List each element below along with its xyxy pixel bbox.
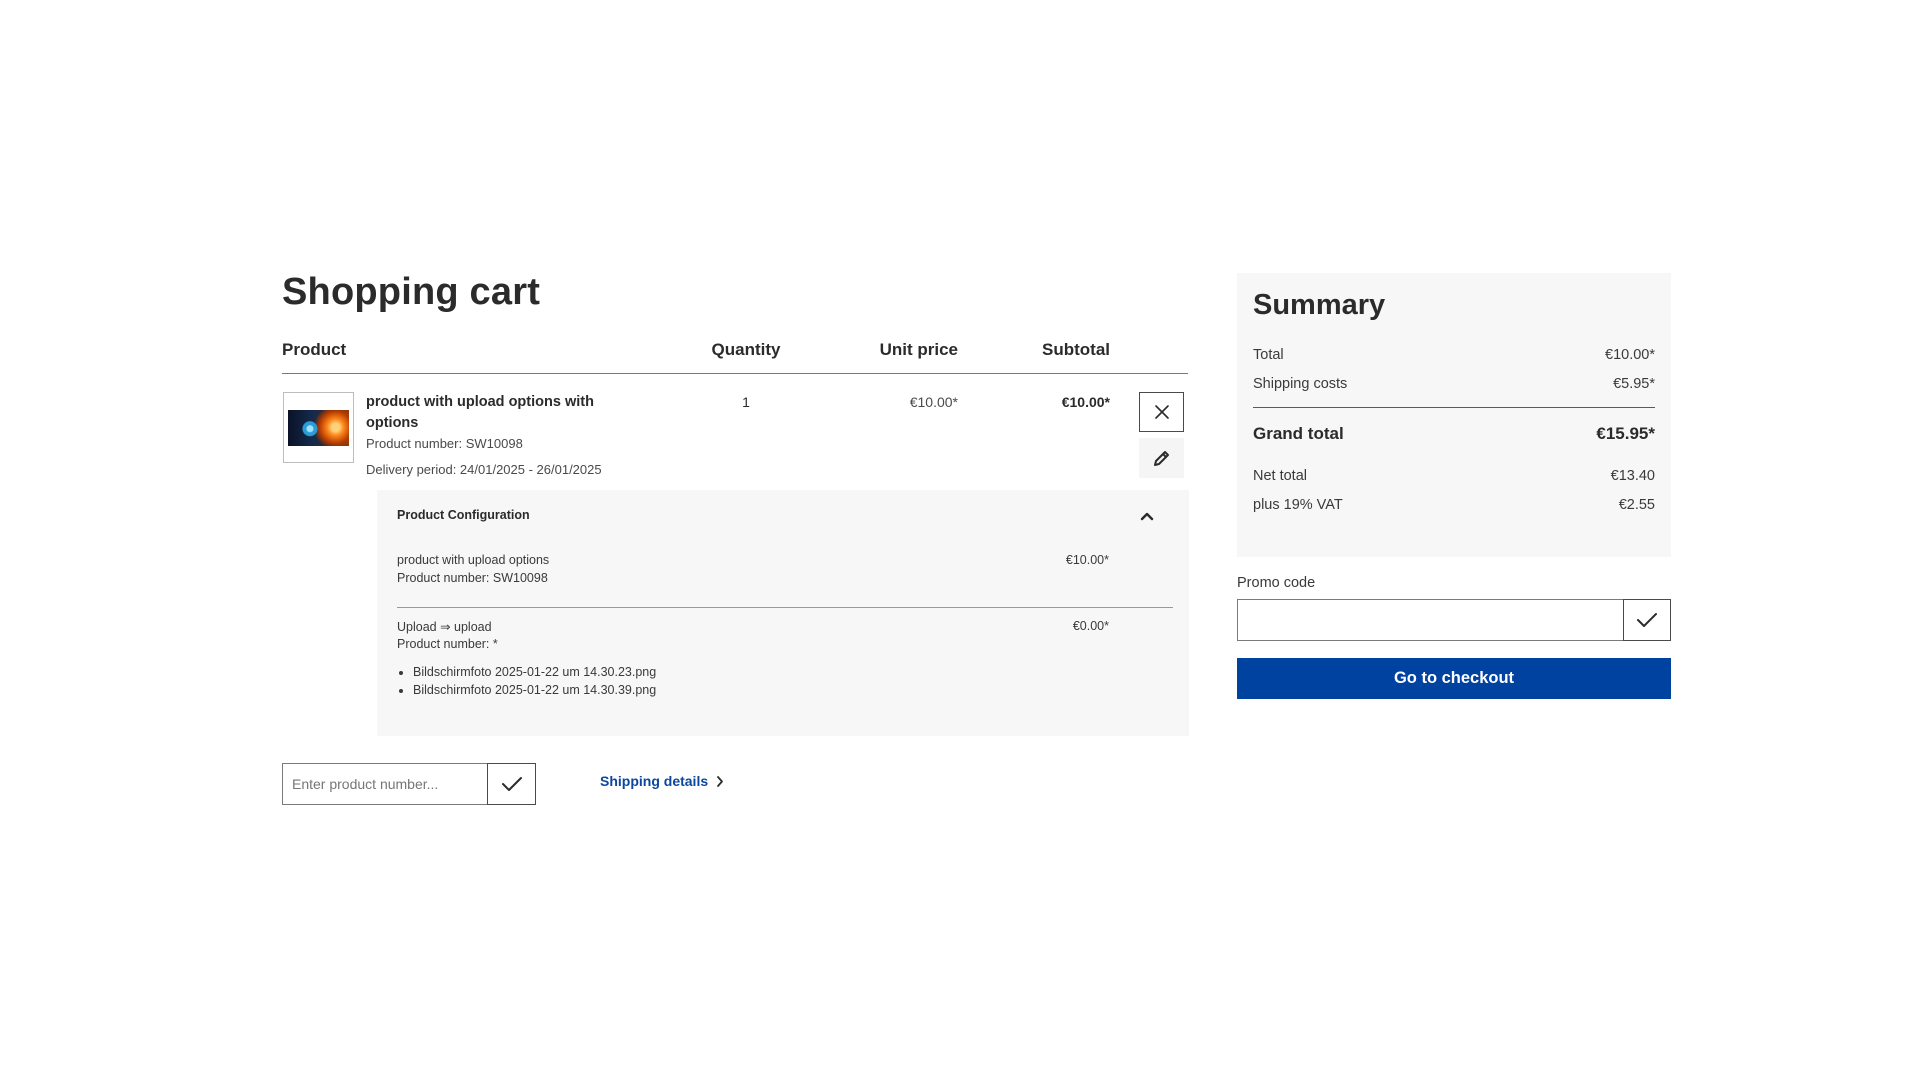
delivery-period: Delivery period: 24/01/2025 - 26/01/2025 (366, 462, 602, 477)
configuration-title: Product Configuration (397, 508, 530, 522)
chevron-up-icon (1140, 512, 1154, 521)
shipping-details-link[interactable]: Shipping details (600, 773, 724, 789)
collapse-configuration-toggle[interactable] (1137, 506, 1157, 526)
summary-total-row: Total €10.00* (1253, 347, 1655, 363)
cart-section: Shopping cart Product Quantity Unit pric… (282, 268, 1189, 805)
product-number: Product number: SW10098 (366, 436, 523, 451)
quick-add-form (282, 763, 536, 805)
close-icon (1154, 405, 1169, 419)
summary-grand-total-row: Grand total €15.95* (1253, 424, 1655, 444)
summary-title: Summary (1253, 289, 1386, 321)
apply-promo-button[interactable] (1623, 599, 1671, 641)
grand-total-label: Grand total (1253, 424, 1344, 443)
product-configuration-panel: Product Configuration product with uploa… (377, 490, 1189, 736)
item-quantity: 1 (742, 394, 750, 410)
order-summary: Summary Total €10.00* Shipping costs €5.… (1237, 273, 1671, 557)
pencil-icon (1153, 451, 1169, 466)
header-unit-price: Unit price (879, 340, 958, 359)
checkmark-icon (501, 777, 522, 791)
header-product: Product (282, 340, 347, 359)
add-product-button[interactable] (487, 763, 536, 805)
config-upload-name: Upload ⇒ upload (397, 620, 492, 634)
summary-shipping-row: Shipping costs €5.95* (1253, 376, 1655, 392)
shipping-label: Shipping costs (1253, 376, 1348, 392)
uploaded-files-list: Bildschirmfoto 2025-01-22 um 14.30.23.pn… (413, 663, 656, 699)
promo-code-label: Promo code (1237, 575, 1316, 591)
remove-item-button[interactable] (1139, 392, 1184, 432)
config-item-number: Product number: SW10098 (397, 571, 548, 585)
summary-divider (1253, 407, 1655, 408)
cart-line-item: product with upload options with options… (282, 374, 1188, 490)
uploaded-file: Bildschirmfoto 2025-01-22 um 14.30.23.pn… (413, 663, 656, 681)
header-subtotal: Subtotal (1042, 340, 1110, 359)
total-value: €10.00* (1605, 347, 1655, 363)
shipping-details-label: Shipping details (600, 773, 709, 789)
product-number-input[interactable] (282, 763, 488, 805)
config-upload-number: Product number: * (397, 637, 498, 651)
chevron-right-icon (717, 775, 724, 787)
config-upload-price: €0.00* (1072, 619, 1109, 633)
summary-vat-row: plus 19% VAT €2.55 (1253, 497, 1655, 513)
grand-total-value: €15.95* (1596, 424, 1655, 443)
page-title: Shopping cart (282, 271, 541, 313)
header-quantity: Quantity (711, 340, 781, 359)
edit-item-button[interactable] (1139, 438, 1184, 478)
cart-table-header: Product Quantity Unit price Subtotal (282, 332, 1188, 374)
uploaded-file: Bildschirmfoto 2025-01-22 um 14.30.39.pn… (413, 681, 656, 699)
item-subtotal: €10.00* (1061, 394, 1110, 410)
vat-value: €2.55 (1618, 497, 1655, 513)
product-thumbnail[interactable] (283, 392, 354, 463)
summary-net-total-row: Net total €13.40 (1253, 468, 1655, 484)
net-total-value: €13.40 (1610, 468, 1655, 484)
config-item-name: product with upload options (397, 553, 550, 567)
promo-code-input[interactable] (1237, 599, 1624, 641)
product-name-link[interactable]: product with upload options with options (366, 392, 606, 434)
item-unit-price: €10.00* (909, 394, 958, 410)
net-total-label: Net total (1253, 468, 1307, 484)
shopping-cart-page: Shopping cart Product Quantity Unit pric… (0, 0, 1920, 1080)
checkmark-icon (1637, 613, 1657, 627)
config-item-price: €10.00* (1065, 553, 1109, 567)
total-label: Total (1253, 347, 1284, 363)
vat-label: plus 19% VAT (1253, 497, 1343, 513)
go-to-checkout-button[interactable]: Go to checkout (1237, 658, 1671, 699)
product-image (288, 409, 349, 446)
config-divider (397, 607, 1173, 608)
shipping-value: €5.95* (1613, 376, 1655, 392)
